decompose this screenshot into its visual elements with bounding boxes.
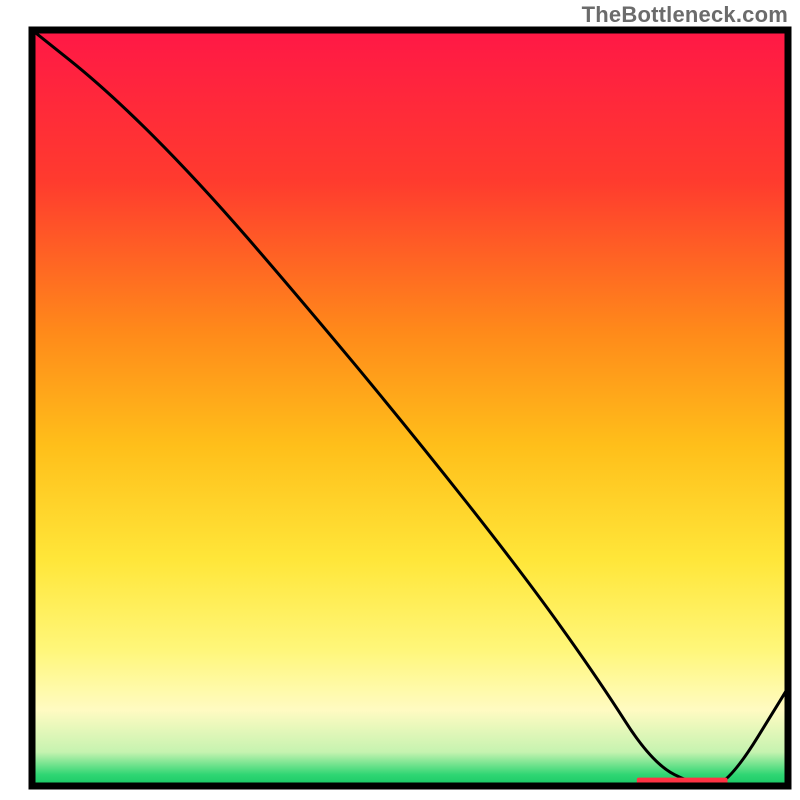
attribution-text: TheBottleneck.com (582, 2, 788, 28)
bottleneck-chart (0, 0, 800, 800)
chart-container: TheBottleneck.com (0, 0, 800, 800)
plot-background (32, 30, 788, 786)
